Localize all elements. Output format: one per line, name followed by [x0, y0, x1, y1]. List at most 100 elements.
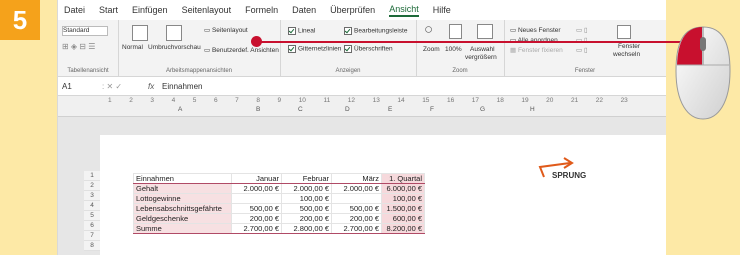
umbruch-button[interactable]: Umbruchvorschau	[148, 44, 201, 51]
table-cell[interactable]: März	[331, 173, 382, 184]
group-zoom: ○ Zoom 100% Auswahl vergrößern Zoom	[416, 20, 505, 76]
table-cell[interactable]: 1. Quartal	[381, 173, 425, 184]
group-label-fenster: Fenster	[574, 68, 596, 74]
normal-button[interactable]: Normal	[122, 44, 143, 51]
benutzerdef-label: Benutzerdef. Ansichten	[211, 47, 279, 54]
fenster-wechseln-label2: wechseln	[613, 51, 641, 58]
neues-fenster-label: Neues Fenster	[517, 27, 561, 34]
table-cell[interactable]: 500,00 €	[231, 203, 282, 214]
fenster-wechseln-button[interactable]: Fenster	[618, 43, 640, 50]
bearbeitungsleiste-checkbox[interactable]: Bearbeitungsleiste	[344, 27, 407, 35]
window-split-icon[interactable]: ▭ ▯	[576, 26, 588, 34]
col-header-d[interactable]: D	[345, 106, 350, 113]
col-header-a[interactable]: A	[178, 106, 182, 113]
table-cell[interactable]: Geldgeschenke	[133, 213, 232, 224]
menu-daten[interactable]: Daten	[292, 5, 316, 15]
ruler-num: 15	[422, 97, 430, 104]
col-header-e[interactable]: E	[388, 106, 392, 113]
fx-icon[interactable]: fx	[148, 82, 162, 91]
table-cell[interactable]: 2.000,00 €	[331, 183, 382, 194]
table-cell[interactable]: 200,00 €	[231, 213, 282, 224]
zoom-100-icon[interactable]	[449, 24, 462, 39]
table-cell[interactable]: 200,00 €	[331, 213, 382, 224]
col-header-h[interactable]: H	[530, 106, 535, 113]
row-header[interactable]: 1	[84, 171, 100, 181]
menu-ueberpruefen[interactable]: Überprüfen	[330, 5, 375, 15]
table-cell[interactable]: 2.700,00 €	[331, 223, 382, 234]
ruler-num: 6	[213, 97, 218, 104]
zoom-button[interactable]: Zoom	[423, 46, 440, 53]
ruler-num: 19	[521, 97, 529, 104]
row-header[interactable]: 7	[84, 231, 100, 241]
neues-fenster-button[interactable]: ▭ Neues Fenster	[510, 26, 561, 34]
ruler-num: 16	[446, 97, 455, 104]
menu-start[interactable]: Start	[99, 5, 118, 15]
ruler-num: 13	[372, 97, 380, 104]
table-cell[interactable]: 500,00 €	[331, 203, 382, 214]
menu-seitenlayout[interactable]: Seitenlayout	[182, 5, 232, 15]
seitenlayout-label: Seitenlayout	[211, 27, 248, 34]
menu-ansicht[interactable]: Ansicht	[389, 4, 419, 17]
row-header[interactable]: 2	[84, 181, 100, 191]
table-cell[interactable]: 2.000,00 €	[281, 183, 332, 194]
group-fenster: ▭ Neues Fenster ▭ Alle anordnen ▦ Fenste…	[504, 20, 666, 76]
column-headers: 1 2 3 4 5 6 7 8 9 10 11 12 13 14 15 16 17 18 19 20 21 22 23 A …	[58, 97, 666, 116]
row-header[interactable]: 6	[84, 221, 100, 231]
table-cell[interactable]	[231, 193, 282, 204]
table-cell[interactable]: 600,00 €	[381, 213, 425, 224]
col-header-c[interactable]: C	[298, 106, 303, 113]
zoom-selection-icon[interactable]	[477, 24, 493, 39]
zoom-100-button[interactable]: 100%	[445, 46, 462, 53]
menu-hilfe[interactable]: Hilfe	[433, 5, 451, 15]
table-cell[interactable]: 100,00 €	[281, 193, 332, 204]
menu-einfuegen[interactable]: Einfügen	[132, 5, 168, 15]
table-cell[interactable]: Einnahmen	[133, 173, 232, 184]
table-cell[interactable]: Februar	[281, 173, 332, 184]
table-cell[interactable]: 1.500,00 €	[381, 203, 425, 214]
name-box[interactable]: A1	[58, 82, 102, 91]
benutzerdef-button[interactable]: ▭ Benutzerdef. Ansichten	[204, 46, 279, 54]
col-header-f[interactable]: F	[430, 106, 434, 113]
table-cell[interactable]: 8.200,00 €	[381, 223, 425, 234]
col-header-b[interactable]: B	[256, 106, 260, 113]
menu-formeln[interactable]: Formeln	[245, 5, 278, 15]
ruler-num: 22	[595, 97, 603, 104]
zoom-auswahl-button[interactable]: Auswahl	[470, 46, 495, 53]
formula-input[interactable]: Einnahmen	[162, 82, 202, 91]
table-cell[interactable]: Gehalt	[133, 183, 232, 194]
row-header[interactable]: 8	[84, 241, 100, 251]
col-header-g[interactable]: G	[480, 106, 485, 113]
table-cell[interactable]: 2.700,00 €	[231, 223, 282, 234]
normal-view-icon[interactable]	[132, 25, 148, 41]
formula-bar: A1 : ✕ ✓ fx Einnahmen	[58, 77, 666, 96]
seitenlayout-button[interactable]: ▭ Seitenlayout	[204, 26, 248, 34]
table-cell[interactable]: 500,00 €	[281, 203, 332, 214]
table-cell[interactable]	[331, 193, 382, 204]
table-cell[interactable]: Januar	[231, 173, 282, 184]
table-cell[interactable]: 6.000,00 €	[381, 183, 425, 194]
table-cell[interactable]: 2.000,00 €	[231, 183, 282, 194]
ueberschriften-checkbox[interactable]: Überschriften	[344, 45, 393, 53]
fenster-fixieren-label: Fenster fixieren	[517, 47, 563, 54]
lineal-checkbox[interactable]: Lineal	[288, 27, 315, 35]
table-cell[interactable]: 200,00 €	[281, 213, 332, 224]
table-cell[interactable]: Summe	[133, 223, 232, 234]
row-header[interactable]: 4	[84, 201, 100, 211]
row-header[interactable]: 5	[84, 211, 100, 221]
fenster-fixieren-button[interactable]: ▦ Fenster fixieren	[510, 46, 563, 54]
gitternetzlinien-checkbox[interactable]: Gitternetzlinien	[288, 45, 341, 53]
lineal-label: Lineal	[298, 27, 316, 35]
table-cell[interactable]: 2.800,00 €	[281, 223, 332, 234]
page-break-icon[interactable]	[166, 25, 182, 41]
table-cell[interactable]: 100,00 €	[381, 193, 425, 204]
table-cell[interactable]: Lottogewinne	[133, 193, 232, 204]
menu-datei[interactable]: Datei	[64, 5, 85, 15]
ruler-num: 8	[256, 97, 260, 104]
row-header[interactable]: 3	[84, 191, 100, 201]
switch-window-icon[interactable]	[617, 25, 631, 39]
window-show-icon[interactable]: ▭ ▯	[576, 46, 588, 54]
ruler-num: 5	[192, 97, 197, 104]
zoom-magnifier-icon[interactable]: ○	[424, 21, 433, 38]
table-cell[interactable]: Lebensabschnittsgefährte	[133, 203, 232, 214]
view-select[interactable]: Standard	[62, 26, 108, 36]
